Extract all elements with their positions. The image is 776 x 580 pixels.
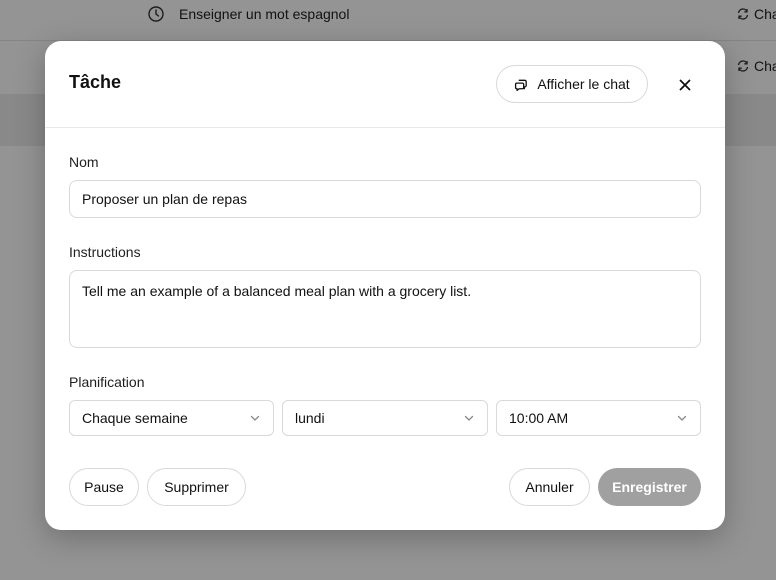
save-button[interactable]: Enregistrer xyxy=(598,468,701,506)
close-icon xyxy=(679,79,691,91)
dialog-title: Tâche xyxy=(69,72,122,92)
frequency-select-value: Chaque semaine xyxy=(82,410,188,426)
chat-bubbles-icon xyxy=(515,79,528,91)
close-button[interactable] xyxy=(673,73,697,97)
chevron-down-icon xyxy=(677,415,687,421)
name-label: Nom xyxy=(69,154,99,170)
schedule-label: Planification xyxy=(69,374,145,390)
name-input[interactable]: Proposer un plan de repas xyxy=(69,180,701,218)
cancel-button[interactable]: Annuler xyxy=(509,468,590,506)
delete-button[interactable]: Supprimer xyxy=(147,468,246,506)
day-select[interactable]: lundi xyxy=(282,400,488,436)
time-select[interactable]: 10:00 AM xyxy=(496,400,701,436)
chevron-down-icon xyxy=(464,415,474,421)
instructions-label: Instructions xyxy=(69,244,141,260)
frequency-select[interactable]: Chaque semaine xyxy=(69,400,274,436)
pause-button[interactable]: Pause xyxy=(69,468,139,506)
task-dialog: Tâche Afficher le chat Nom Proposer un p… xyxy=(45,41,725,530)
day-select-value: lundi xyxy=(295,410,325,426)
show-chat-button[interactable]: Afficher le chat xyxy=(496,65,648,103)
chevron-down-icon xyxy=(250,415,260,421)
dialog-header: Tâche Afficher le chat xyxy=(45,41,725,128)
show-chat-label: Afficher le chat xyxy=(537,76,630,92)
instructions-textarea[interactable]: Tell me an example of a balanced meal pl… xyxy=(69,270,701,348)
time-select-value: 10:00 AM xyxy=(509,410,569,426)
